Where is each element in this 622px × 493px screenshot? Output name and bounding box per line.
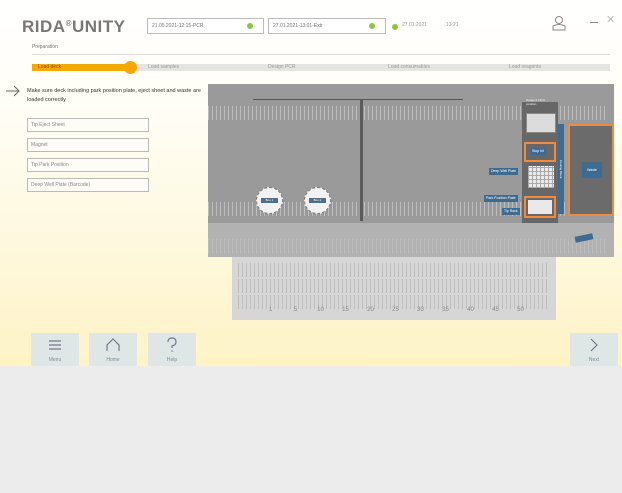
next-button[interactable]: Next: [570, 333, 618, 366]
menu-icon: [49, 340, 61, 350]
run-selector-extraction[interactable]: 27.01.2021-13:01-Extr: [268, 18, 386, 34]
app-window: RIDA®UNITY 21.05.2021-12:15-PCR 27.01.20…: [0, 0, 622, 366]
plate-number: 25: [392, 307, 399, 313]
status-ok-icon: [392, 24, 398, 30]
plate-number: 35: [442, 307, 449, 313]
checklist-item[interactable]: Tip Park Position: [27, 158, 149, 172]
app-logo: RIDA®UNITY: [22, 17, 126, 36]
deck-rail: [253, 99, 463, 100]
step-load-consumables: Load consumables: [388, 64, 430, 70]
step-design-pcr: Design PCR: [268, 64, 296, 70]
plate-number: 50: [517, 307, 524, 313]
step-load-deck: Load deck: [38, 64, 62, 70]
plate-number: 20: [367, 307, 374, 313]
plate-number: 10: [317, 307, 324, 313]
plate-number: 1: [268, 307, 273, 313]
checklist-item[interactable]: Deep Well Plate (Barcode): [27, 178, 149, 192]
help-icon: [167, 337, 177, 352]
deep-well-plate-label[interactable]: Deep Well Plate: [489, 168, 519, 175]
checklist-item[interactable]: Magnet: [27, 138, 149, 152]
current-time: 13:21: [446, 22, 459, 28]
step-load-reagents: Load reagents: [509, 64, 541, 70]
page-title: Preparation: [32, 44, 58, 50]
plate-number: 45: [492, 307, 499, 313]
deep-well-plate: [528, 166, 554, 188]
waste-unit[interactable]: Waste: [568, 124, 614, 216]
instruction-text: Make sure deck including park position p…: [27, 88, 201, 103]
step-load-samples: Load samples: [148, 64, 180, 70]
chevron-right-icon: [590, 338, 598, 352]
plate-number: 5: [293, 307, 298, 313]
plate-number: 15: [342, 307, 349, 313]
home-icon: [106, 338, 120, 351]
stop-kit-slot[interactable]: Stop kit: [524, 142, 556, 162]
close-icon[interactable]: ✕: [606, 15, 615, 26]
progress-knob: [124, 61, 137, 74]
minimize-icon[interactable]: [590, 22, 598, 23]
tip-rack-label[interactable]: Tip Rack: [502, 208, 520, 215]
checklist-item[interactable]: Tip Eject Sheet: [27, 118, 149, 132]
divider: [32, 54, 610, 55]
status-ok-icon: [247, 23, 253, 29]
run-selector-pcr[interactable]: 21.05.2021-12:15-PCR: [147, 18, 264, 34]
empty-area: [0, 366, 622, 493]
park-position-slot[interactable]: [524, 196, 556, 218]
current-date: 27.01.2021: [402, 22, 428, 28]
sample-box-1[interactable]: Box 1: [256, 187, 283, 214]
reagent-block: [526, 113, 556, 133]
menu-button[interactable]: Menu: [31, 333, 79, 366]
user-icon[interactable]: [552, 15, 566, 31]
rack-label: Reagent block position: [526, 98, 546, 106]
plate-number: 30: [417, 307, 424, 313]
tip-plate: 1 5 10 15 20 25 30 35 40 45 50: [232, 257, 556, 320]
cooling-block-strip: Cooling Block: [558, 124, 564, 214]
plate-numbers: 1 5 10 15 20 25 30 35 40 45 50: [258, 307, 533, 313]
deck-diagram: Box 1 Box 2 Reagent block position Stop …: [208, 84, 614, 257]
deck-ticks: [208, 239, 614, 253]
home-button[interactable]: Home: [89, 333, 137, 366]
status-ok-icon: [369, 23, 375, 29]
deck-separator: [360, 99, 363, 221]
sample-box-2[interactable]: Box 2: [304, 187, 331, 214]
arrow-right-icon: [6, 85, 20, 97]
help-button[interactable]: Help: [148, 333, 196, 366]
plate-number: 40: [467, 307, 474, 313]
park-position-label[interactable]: Park Position Plate: [484, 195, 518, 202]
